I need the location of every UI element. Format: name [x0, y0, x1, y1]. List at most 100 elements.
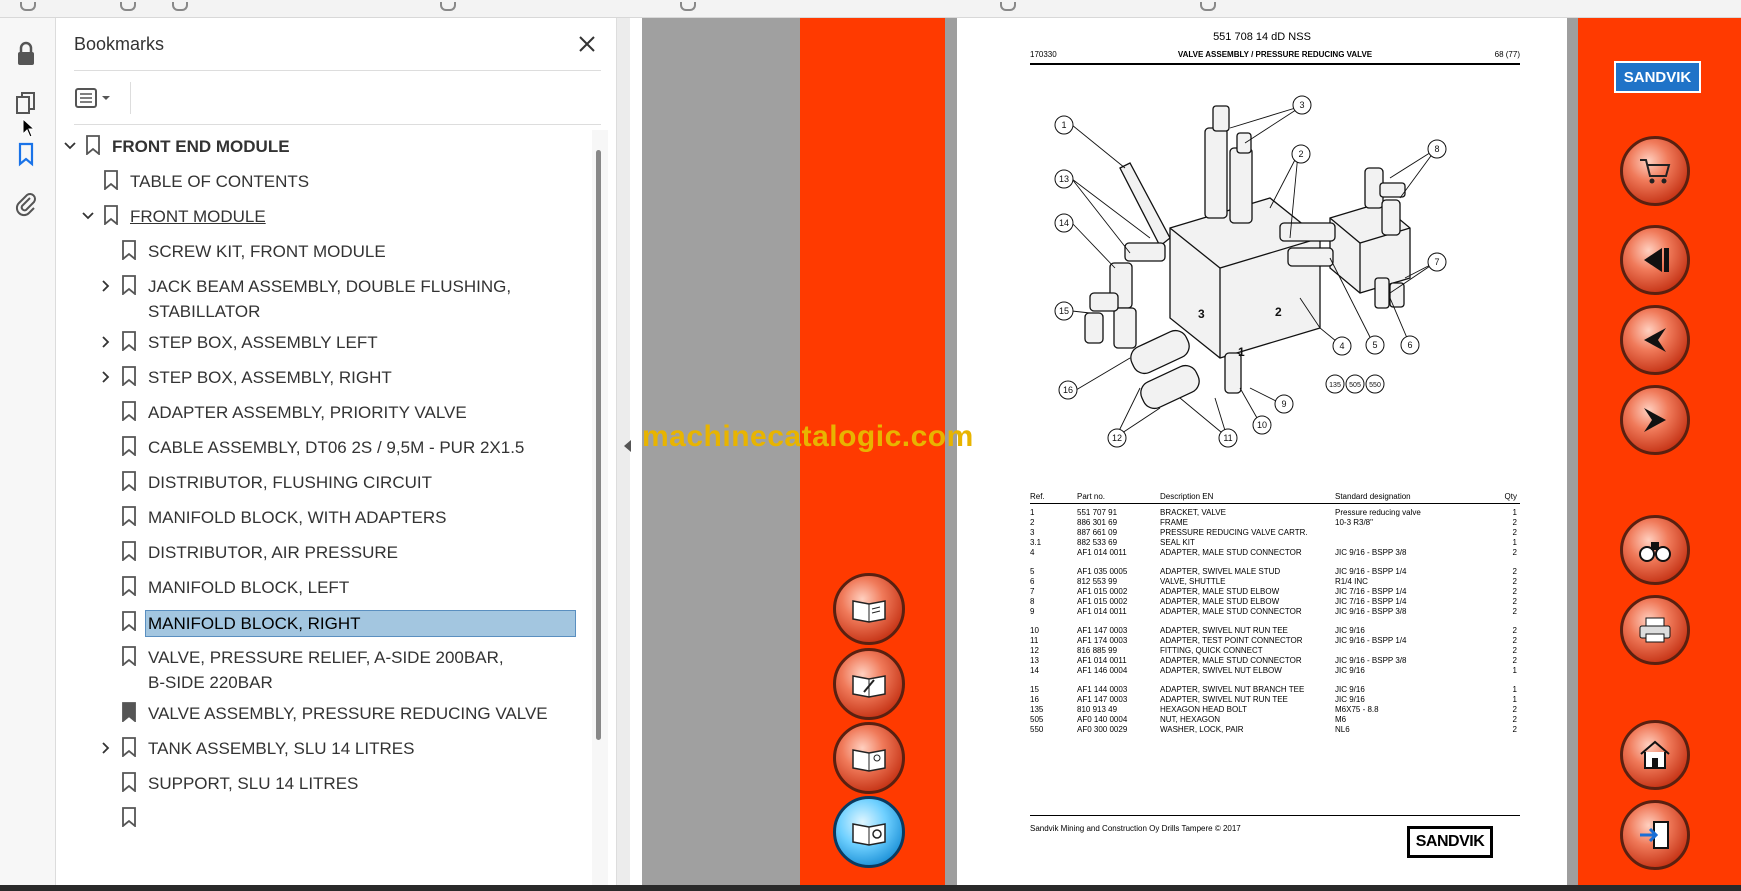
cell-std: JIC 9/16 [1335, 666, 1365, 675]
cell-qty: 2 [1512, 705, 1517, 714]
bookmark-item[interactable]: SUPPORT, SLU 14 LITRES [56, 767, 591, 801]
cell-part: 816 885 99 [1077, 646, 1118, 655]
scrollbar-thumb[interactable] [596, 150, 601, 740]
bookmark-item[interactable]: SCREW KIT, FRONT MODULE [56, 235, 591, 269]
close-icon[interactable] [573, 30, 601, 58]
chevron-down-icon[interactable] [62, 138, 78, 154]
toolbar-icon[interactable] [680, 2, 696, 11]
divider [130, 82, 131, 114]
page-thumbnails-icon[interactable] [12, 90, 40, 118]
table-row: 9 AF1 014 0011 ADAPTER, MALE STUD CONNECTO… [1030, 607, 1520, 617]
bookmark-item[interactable]: VALVE, PRESSURE RELIEF, A-SIDE 200BAR, B… [56, 641, 591, 697]
bookmark-item[interactable]: DISTRIBUTOR, FLUSHING CIRCUIT [56, 466, 591, 500]
cell-qty: 2 [1512, 548, 1517, 557]
cell-desc: ADAPTER, MALE STUD ELBOW [1160, 597, 1280, 606]
next-page-button[interactable] [1620, 385, 1690, 455]
bookmark-item[interactable] [56, 802, 591, 836]
bookmark-icon [122, 611, 136, 631]
bookmark-label: MANIFOLD BLOCK, WITH ADAPTERS [148, 508, 447, 527]
bookmark-item[interactable]: TABLE OF CONTENTS [56, 165, 591, 199]
search-button[interactable] [1620, 515, 1690, 585]
cell-desc: ADAPTER, SWIVEL NUT BRANCH TEE [1160, 685, 1305, 694]
bookmark-item[interactable]: MANIFOLD BLOCK, LEFT [56, 571, 591, 605]
divider [74, 70, 601, 71]
bookmark-item[interactable]: VALVE ASSEMBLY, PRESSURE REDUCING VALVE [56, 697, 591, 731]
bookmark-item[interactable]: FRONT MODULE [56, 200, 591, 234]
bookmark-label: VALVE, PRESSURE RELIEF, A-SIDE 200BAR, B… [148, 648, 504, 692]
attachment-icon[interactable] [12, 190, 40, 218]
bookmark-panel-icon[interactable] [12, 140, 40, 168]
cart-button[interactable] [1620, 136, 1690, 206]
toolbar-icon[interactable] [1000, 2, 1016, 11]
toolbar-icon[interactable] [172, 2, 188, 11]
chevron-right-icon[interactable] [98, 334, 114, 350]
toolbar-icon[interactable] [120, 2, 136, 11]
cell-std: NL6 [1335, 725, 1350, 734]
panel-title: Bookmarks [74, 34, 165, 54]
exit-button[interactable] [1620, 800, 1690, 870]
cell-ref: 1 [1030, 508, 1035, 517]
book-info-icon [852, 823, 886, 846]
bookmark-item[interactable]: ADAPTER ASSEMBLY, PRIORITY VALVE [56, 396, 591, 430]
bookmark-label: STEP BOX, ASSEMBLY LEFT [148, 333, 378, 352]
bookmark-label: FRONT END MODULE [112, 137, 290, 156]
lock-icon[interactable] [12, 40, 40, 68]
cell-qty: 2 [1512, 528, 1517, 537]
bookmark-item[interactable]: MANIFOLD BLOCK, WITH ADAPTERS [56, 501, 591, 535]
chevron-down-icon[interactable] [80, 208, 96, 224]
cell-part: 886 301 69 [1077, 518, 1118, 527]
col-part-header: Part no. [1077, 492, 1106, 501]
cell-std: 10-3 R3/8" [1335, 518, 1373, 527]
scrollbar[interactable] [592, 130, 608, 890]
cell-part: 812 553 99 [1077, 577, 1118, 586]
cell-qty: 1 [1512, 538, 1517, 547]
table-row: 10 AF1 147 0003 ADAPTER, SWIVEL NUT RUN TE… [1030, 626, 1520, 636]
cell-part: AF1 147 0003 [1077, 695, 1128, 704]
collapse-panel-icon[interactable] [624, 440, 631, 452]
bookmark-tree: FRONT END MODULE TABLE OF CONTENTS FRONT… [56, 130, 591, 890]
print-button[interactable] [1620, 595, 1690, 665]
bookmark-icon [122, 471, 136, 491]
cell-part: AF1 147 0003 [1077, 626, 1128, 635]
chevron-right-icon[interactable] [98, 369, 114, 385]
bookmark-item[interactable]: STEP BOX, ASSEMBLY LEFT [56, 326, 591, 360]
bookmark-item[interactable]: TANK ASSEMBLY, SLU 14 LITRES [56, 732, 591, 766]
cell-qty: 2 [1512, 715, 1517, 724]
callout-label: 505 [1349, 382, 1361, 389]
cell-part: AF1 015 0002 [1077, 597, 1128, 606]
callout-label: 7 [1434, 257, 1439, 267]
home-button[interactable] [1620, 720, 1690, 790]
cell-std: JIC 7/16 - BSPP 1/4 [1335, 587, 1407, 596]
table-row: 7 AF1 015 0002 ADAPTER, MALE STUD ELBOW JIC… [1030, 587, 1520, 597]
bookmark-label: JACK BEAM ASSEMBLY, DOUBLE FLUSHING, STA… [148, 277, 512, 321]
bookmark-item-selected[interactable]: MANIFOLD BLOCK, RIGHT [56, 606, 591, 640]
bookmark-item[interactable]: STEP BOX, ASSEMBLY, RIGHT [56, 361, 591, 395]
toolbar-icon[interactable] [1200, 2, 1216, 11]
cell-std: JIC 9/16 - BSPP 1/4 [1335, 636, 1407, 645]
book-tool-button[interactable] [833, 722, 905, 794]
bookmark-options-icon[interactable] [74, 82, 124, 114]
bookmark-item[interactable]: CABLE ASSEMBLY, DT06 2S / 9,5M - PUR 2X1… [56, 431, 591, 465]
bookmark-icon [122, 541, 136, 561]
chevron-right-icon[interactable] [98, 740, 114, 756]
book-hand-button[interactable] [833, 573, 905, 645]
callout-label: 3 [1299, 100, 1304, 110]
bookmark-item[interactable]: JACK BEAM ASSEMBLY, DOUBLE FLUSHING, STA… [56, 270, 591, 326]
toolbar-icon[interactable] [20, 2, 36, 11]
book-edit-button[interactable] [833, 648, 905, 720]
exit-icon [1640, 821, 1669, 849]
first-page-button[interactable] [1620, 225, 1690, 295]
chevron-right-icon[interactable] [98, 278, 114, 294]
bookmark-item[interactable]: FRONT END MODULE [56, 130, 591, 164]
cell-std: JIC 9/16 - BSPP 3/8 [1335, 607, 1407, 616]
book-info-button[interactable] [833, 796, 905, 868]
table-row: 135 810 913 49 HEXAGON HEAD BOLT M6X75 - 8.… [1030, 705, 1520, 715]
toolbar-icon[interactable] [440, 2, 456, 11]
bookmark-item[interactable]: DISTRIBUTOR, AIR PRESSURE [56, 536, 591, 570]
bookmark-icon [86, 135, 100, 155]
cell-qty: 1 [1512, 685, 1517, 694]
cell-ref: 12 [1030, 646, 1039, 655]
callout-label: 13 [1059, 174, 1069, 184]
section-title: VALVE ASSEMBLY / PRESSURE REDUCING VALVE [1177, 50, 1373, 59]
previous-page-button[interactable] [1620, 305, 1690, 375]
